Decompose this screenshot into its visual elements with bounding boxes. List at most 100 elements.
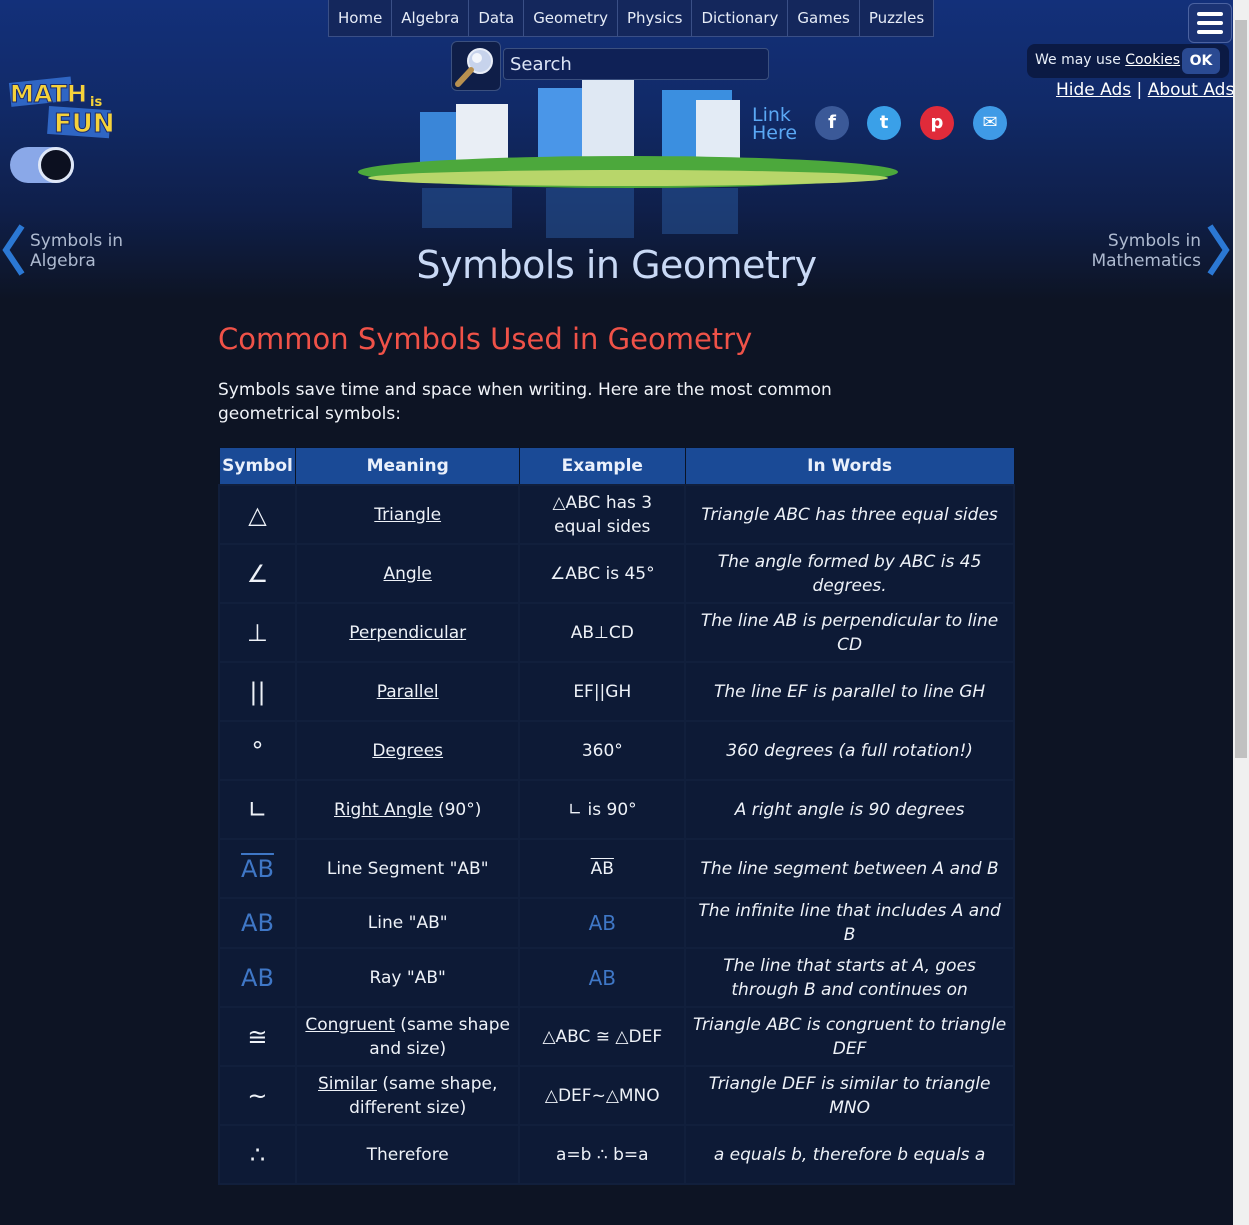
logo-text-fun: FUN [54, 109, 112, 139]
words-cell: Triangle ABC is congruent to triangle DE… [684, 1006, 1015, 1067]
table-row: AB Line "AB" AB The infinite line that incl… [218, 897, 1015, 949]
table-row: || Parallel EF||GH The line EF is parallel … [218, 661, 1015, 722]
words-cell: The infinite line that includes A and B [684, 897, 1015, 949]
logo-graphic: MATH is FUN [8, 76, 115, 140]
menu-bar-icon [1197, 12, 1223, 16]
example-cell: △ABC ≅ △DEF [518, 1006, 687, 1067]
nav-physics[interactable]: Physics [618, 0, 693, 36]
hamburger-menu-button[interactable] [1188, 3, 1232, 43]
meaning-link[interactable]: Angle [383, 564, 431, 584]
symbol-cell: ⊥ [218, 602, 297, 663]
symbol-cell: ∴ [218, 1124, 297, 1185]
email-icon[interactable]: ✉ [973, 106, 1007, 140]
top-nav: Home Algebra Data Geometry Physics Dicti… [328, 0, 935, 37]
ads-links: Hide Ads | About Ads [1056, 80, 1234, 100]
intro-text: Symbols save time and space when writing… [218, 380, 832, 424]
words-cell: 360 degrees (a full rotation!) [684, 720, 1015, 781]
logo-text-math: MATH [10, 80, 87, 108]
city-island-illustration [358, 80, 898, 238]
link-here-line2: Here [752, 122, 798, 144]
mathsisfun-logo[interactable]: MATH is FUN [8, 72, 115, 142]
meaning-cell: Similar (same shape, different size) [294, 1065, 521, 1126]
meaning-link[interactable]: Right Angle [334, 800, 433, 820]
moon-stars-icon [38, 147, 74, 183]
nav-puzzles[interactable]: Puzzles [860, 0, 933, 36]
example-cell: 360° [518, 720, 687, 781]
symbol-cell: || [218, 661, 297, 722]
twitter-icon[interactable]: t [867, 106, 901, 140]
menu-bar-icon [1197, 21, 1223, 25]
facebook-icon[interactable]: f [815, 106, 849, 140]
search-input[interactable] [503, 48, 769, 80]
dark-mode-toggle[interactable] [10, 147, 74, 183]
cookie-notice: We may use Cookies OK [1027, 44, 1229, 78]
example-cell: △DEF~△MNO [518, 1065, 687, 1126]
ads-separator: | [1136, 80, 1143, 100]
symbol-cell: ≅ [218, 1006, 297, 1067]
table-row: ⊥ Perpendicular AB⊥CD The line AB is perpen… [218, 602, 1015, 663]
meaning-text: Line "AB" [367, 913, 448, 933]
header-symbol: Symbol [218, 447, 297, 486]
meaning-link[interactable]: Similar [318, 1074, 377, 1094]
meaning-link[interactable]: Degrees [372, 741, 443, 761]
nav-home[interactable]: Home [329, 0, 393, 36]
meaning-link[interactable]: Parallel [377, 682, 439, 702]
about-ads-link[interactable]: About Ads [1148, 80, 1235, 100]
words-cell: A right angle is 90 degrees [684, 779, 1015, 840]
nav-data[interactable]: Data [469, 0, 525, 36]
hide-ads-link[interactable]: Hide Ads [1056, 80, 1131, 100]
symbol-cell: AB [218, 897, 297, 949]
symbol-cell: ∠ [218, 543, 297, 604]
table-row: ∟ Right Angle (90°) ∟ is 90° A right angle … [218, 779, 1015, 840]
link-here-button[interactable]: Link Here [752, 106, 798, 144]
words-cell: Triangle DEF is similar to triangle MNO [684, 1065, 1015, 1126]
example-cell: ∠ABC is 45° [518, 543, 687, 604]
cookies-link[interactable]: Cookies [1125, 52, 1180, 68]
symbol-cell: ~ [218, 1065, 297, 1126]
words-cell: Triangle ABC has three equal sides [684, 484, 1015, 545]
meaning-cell: Therefore [294, 1124, 521, 1185]
nav-geometry[interactable]: Geometry [524, 0, 618, 36]
example-cell: ∟ is 90° [518, 779, 687, 840]
pinterest-icon[interactable]: p [920, 106, 954, 140]
symbol-cell: AB [218, 838, 297, 899]
table-row: ~ Similar (same shape, different size) △DE… [218, 1065, 1015, 1126]
meaning-cell: Angle [294, 543, 521, 604]
words-cell: The line EF is parallel to line GH [684, 661, 1015, 722]
table-row: AB Line Segment "AB" AB The line segment be… [218, 838, 1015, 899]
meaning-cell: Ray "AB" [294, 947, 521, 1008]
table-row: AB Ray "AB" AB The line that starts at A, g… [218, 947, 1015, 1008]
meaning-link[interactable]: Congruent [305, 1015, 395, 1035]
nav-algebra[interactable]: Algebra [392, 0, 470, 36]
meaning-cell: Line Segment "AB" [294, 838, 521, 899]
meaning-cell: Line "AB" [294, 897, 521, 949]
header-in-words: In Words [684, 447, 1015, 486]
scrollbar-thumb[interactable] [1235, 20, 1247, 758]
table-row: ∴ Therefore a=b ∴ b=a a equals b, therefore… [218, 1124, 1015, 1185]
symbol-cell: AB [218, 947, 297, 1008]
words-cell: The angle formed by ABC is 45 degrees. [684, 543, 1015, 604]
logo-text-is: is [90, 95, 102, 110]
meaning-cell: Parallel [294, 661, 521, 722]
words-cell: a equals b, therefore b equals a [684, 1124, 1015, 1185]
example-cell: △ABC has 3 equal sides [518, 484, 687, 545]
symbol-cell: ∟ [218, 779, 297, 840]
meaning-text: Line Segment "AB" [326, 858, 489, 879]
meaning-link[interactable]: Perpendicular [349, 623, 466, 643]
example-cell: AB [518, 947, 687, 1008]
symbol-cell: △ [218, 484, 297, 545]
cookie-ok-button[interactable]: OK [1182, 48, 1220, 74]
example-cell: AB⊥CD [518, 602, 687, 663]
words-cell: The line AB is perpendicular to line CD [684, 602, 1015, 663]
symbol-cell: ° [218, 720, 297, 781]
section-title: Common Symbols Used in Geometry [218, 322, 753, 356]
meaning-cell: Congruent (same shape and size) [294, 1006, 521, 1067]
symbols-table: Symbol Meaning Example In Words △ Triangl… [218, 447, 1015, 1185]
nav-games[interactable]: Games [788, 0, 860, 36]
example-cell: AB [518, 838, 687, 899]
meaning-cell: Right Angle (90°) [294, 779, 521, 840]
meaning-link[interactable]: Triangle [374, 505, 441, 525]
nav-dictionary[interactable]: Dictionary [692, 0, 789, 36]
table-row: ≅ Congruent (same shape and size) △ABC ≅ △… [218, 1006, 1015, 1067]
meaning-cell: Triangle [294, 484, 521, 545]
